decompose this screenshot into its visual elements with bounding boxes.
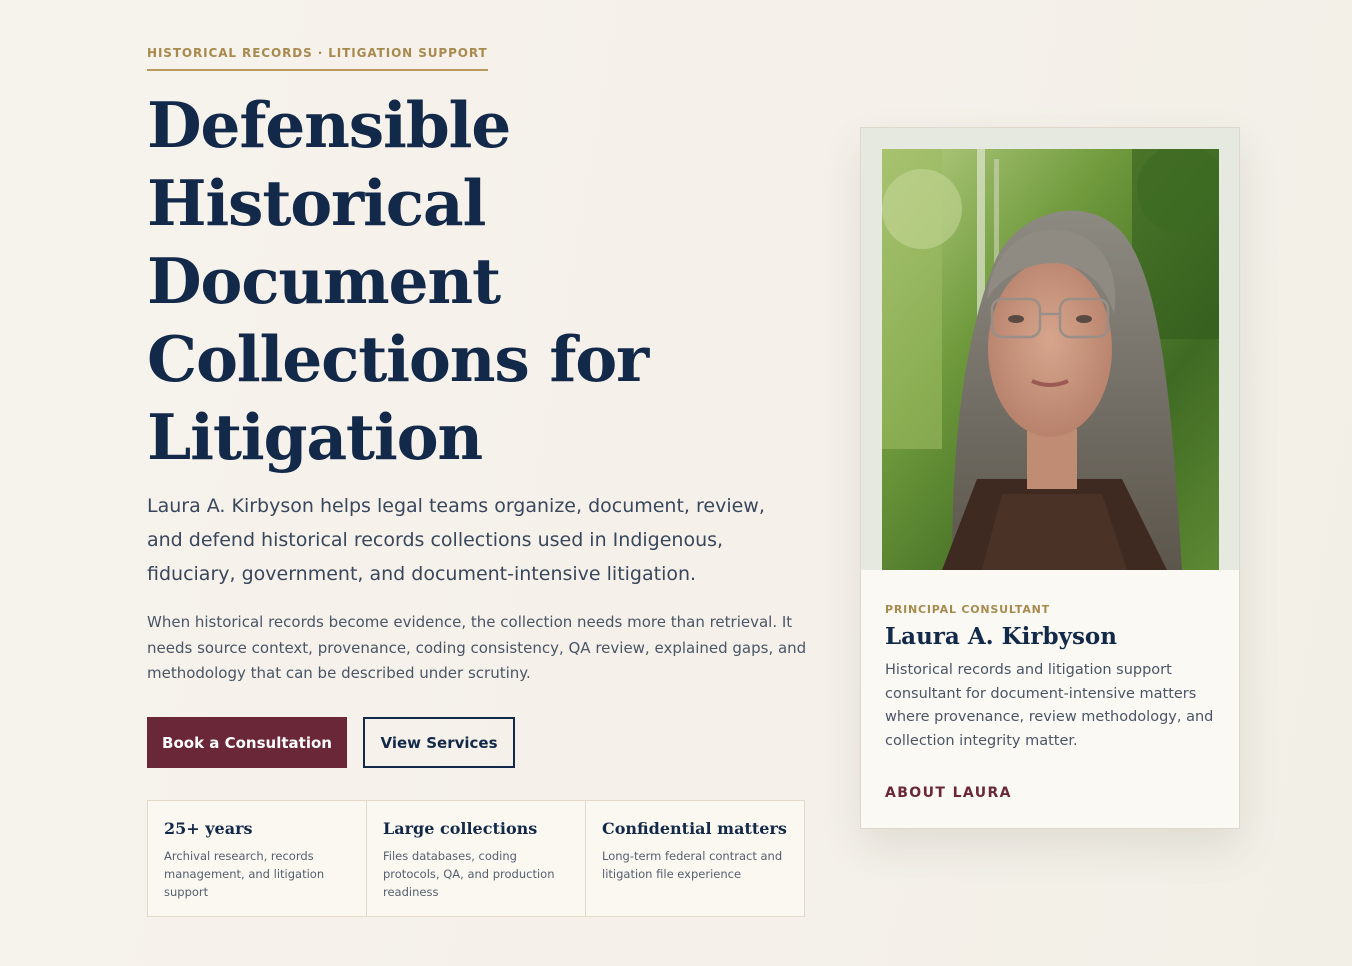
book-consultation-button[interactable]: Book a Consultation (147, 717, 347, 768)
portrait-illustration (882, 149, 1219, 570)
stat-title: Large collections (383, 819, 538, 838)
stat-item-years: 25+ years Archival research, records man… (148, 801, 367, 916)
hero-headline: Defensible Historical Document Collectio… (147, 88, 649, 474)
portrait-photo (882, 149, 1219, 570)
stat-item-confidential: Confidential matters Long-term federal c… (586, 801, 804, 916)
profile-card: PRINCIPAL CONSULTANT Laura A. Kirbyson H… (860, 127, 1240, 829)
stat-description: Long-term federal contract and litigatio… (602, 849, 783, 881)
profile-role: PRINCIPAL CONSULTANT (885, 603, 1050, 616)
stats-strip: 25+ years Archival research, records man… (147, 800, 805, 917)
stat-description: Archival research, records management, a… (164, 849, 325, 899)
hero-body: When historical records become evidence,… (147, 613, 807, 682)
profile-bio: Historical records and litigation suppor… (885, 662, 1214, 749)
view-services-button[interactable]: View Services (363, 717, 515, 768)
stat-description: Files databases, coding protocols, QA, a… (383, 849, 555, 899)
about-laura-link[interactable]: ABOUT LAURA (885, 785, 1012, 801)
profile-name: Laura A. Kirbyson (885, 623, 1117, 650)
stat-title: 25+ years (164, 819, 253, 838)
profile-photo-frame (861, 128, 1239, 570)
hero-eyebrow: HISTORICAL RECORDS · LITIGATION SUPPORT (147, 46, 488, 71)
stat-title: Confidential matters (602, 819, 787, 838)
stat-item-collections: Large collections Files databases, codin… (367, 801, 586, 916)
hero-lede: Laura A. Kirbyson helps legal teams orga… (147, 495, 765, 585)
